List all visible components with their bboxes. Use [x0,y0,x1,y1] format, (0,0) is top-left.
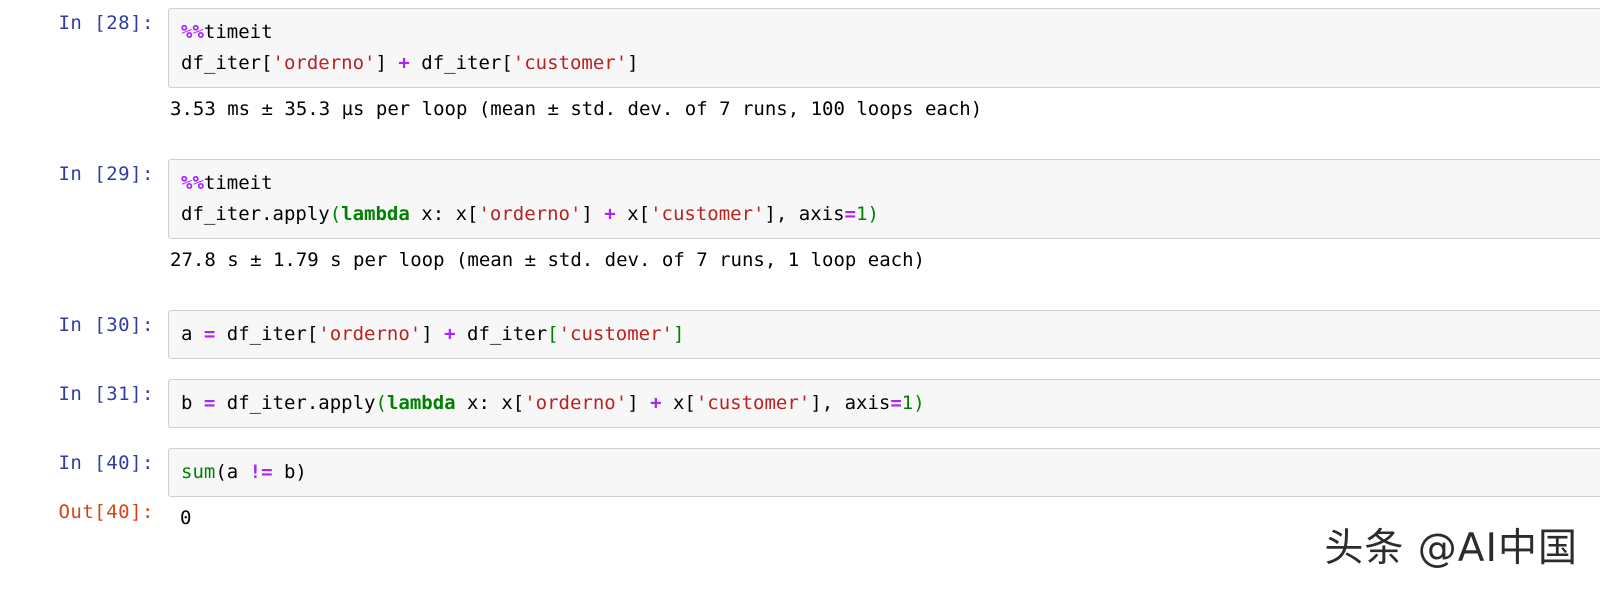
code-token-plain: timeit [203,21,273,43]
code-token-number: 1 [901,392,914,414]
code-token-plain: x: x[ [409,203,479,225]
code-token-operator: = [203,323,216,345]
code-token-punct-g: ) [913,392,925,414]
code-line: sum(a != b) [181,457,1600,488]
code-editor[interactable]: %%timeit df_iter.apply(lambda x: x['order… [168,159,1600,239]
code-token-operator: = [844,203,856,225]
code-token-keyword: lambda [386,392,456,414]
code-line: %%timeit [181,17,1600,48]
code-token-string: 'customer' [650,203,765,225]
cell-spacer [0,131,1600,159]
input-prompt[interactable]: In [28]: [0,8,168,39]
code-token-plain: df_iter[ [409,52,513,74]
code-token-plain: ] [581,203,605,225]
code-token-number: 1 [856,203,868,225]
output-prompt-blank [0,88,168,119]
notebook-output: 27.8 s ± 1.79 s per loop (mean ± std. de… [0,239,1600,282]
cell-spacer [0,428,1600,448]
input-prompt[interactable]: In [29]: [0,159,168,190]
code-line: b = df_iter.apply(lambda x: x['orderno']… [181,388,1600,419]
code-token-operator: + [650,392,662,414]
code-token-plain: b) [272,461,307,483]
code-editor[interactable]: a = df_iter['orderno'] + df_iter['custom… [168,310,1600,359]
code-editor[interactable]: %%timeit df_iter['orderno'] + df_iter['cu… [168,8,1600,88]
code-editor[interactable]: sum(a != b) [168,448,1600,497]
code-token-plain: ] [421,323,445,345]
code-token-plain: df_iter.apply [215,392,376,414]
code-token-string: 'orderno' [318,323,422,345]
code-token-plain: ], axis [764,203,845,225]
code-token-punct-g: ] [672,323,685,345]
code-token-plain: ] [627,52,639,74]
cell-spacer [0,359,1600,379]
cell-spacer [0,282,1600,310]
notebook-output: 3.53 ms ± 35.3 µs per loop (mean ± std. … [0,88,1600,131]
code-token-keyword: lambda [341,203,410,225]
code-token-punct-g: ( [329,203,342,225]
input-prompt[interactable]: In [31]: [0,379,168,410]
code-line: df_iter.apply(lambda x: x['orderno'] + x… [181,199,1600,230]
code-token-string: 'orderno' [524,392,628,414]
code-token-plain: df_iter[ [181,52,273,74]
code-token-plain: x[ [615,203,651,225]
output-prompt-blank [0,239,168,270]
notebook-cell: In [30]: a = df_iter['orderno'] + df_iter… [0,310,1600,359]
code-token-string: 'customer' [512,52,628,74]
notebook-cell: In [29]: %%timeit df_iter.apply(lambda x: … [0,159,1600,239]
code-token-builtin: sum [181,461,216,483]
output-prompt: Out[40]: [58,501,154,523]
output-area: 3.53 ms ± 35.3 µs per loop (mean ± std. … [168,88,1600,131]
code-token-magic: %% [181,172,204,194]
code-token-operator: + [604,203,616,225]
output-stream-text: 3.53 ms ± 35.3 µs per loop (mean ± std. … [170,98,983,120]
code-line: df_iter['orderno'] + df_iter['customer'] [181,48,1600,79]
notebook-cell: In [40]: sum(a != b) [0,448,1600,497]
code-token-plain: (a [215,461,250,483]
code-line: %%timeit [181,168,1600,199]
input-prompt[interactable]: In [30]: [0,310,168,341]
code-token-plain: timeit [203,172,273,194]
code-token-string: 'customer' [695,392,811,414]
code-token-plain: ] [375,52,399,74]
code-token-plain: x[ [661,392,696,414]
code-token-plain: ] [627,392,651,414]
code-token-operator: = [890,392,902,414]
jupyter-notebook: In [28]: %%timeit df_iter['orderno'] + df_… [0,0,1600,597]
code-token-string: 'orderno' [478,203,582,225]
output-area: 27.8 s ± 1.79 s per loop (mean ± std. de… [168,239,1600,282]
code-token-plain: df_iter [455,323,548,345]
notebook-cell: In [28]: %%timeit df_iter['orderno'] + df_… [0,8,1600,88]
code-line: a = df_iter['orderno'] + df_iter['custom… [181,319,1600,350]
code-token-magic: %% [181,21,204,43]
top-spacer [0,0,1600,8]
code-token-plain: x: x[ [455,392,525,414]
code-token-punct-g: [ [547,323,559,345]
code-token-plain: ], axis [810,392,891,414]
code-token-plain: b [181,392,204,414]
notebook-cell: In [31]: b = df_iter.apply(lambda x: x['o… [0,379,1600,428]
output-stream-text: 27.8 s ± 1.79 s per loop (mean ± std. de… [170,249,925,271]
code-token-operator: + [444,323,456,345]
code-token-plain: df_iter[ [215,323,319,345]
input-prompt[interactable]: In [40]: [0,448,168,479]
code-token-string: 'orderno' [272,52,376,74]
code-editor[interactable]: b = df_iter.apply(lambda x: x['orderno']… [168,379,1600,428]
code-token-plain: df_iter.apply [181,203,330,225]
code-token-operator: != [249,461,273,483]
code-token-plain: a [181,323,204,345]
code-token-operator: = [203,392,216,414]
watermark: 头条 @AI中国 [1324,526,1578,571]
code-token-punct-g: ) [867,203,879,225]
code-token-punct-g: ( [375,392,387,414]
code-token-string: 'customer' [558,323,673,345]
code-token-operator: + [398,52,410,74]
notebook-cell-list: In [28]: %%timeit df_iter['orderno'] + df_… [0,8,1600,540]
